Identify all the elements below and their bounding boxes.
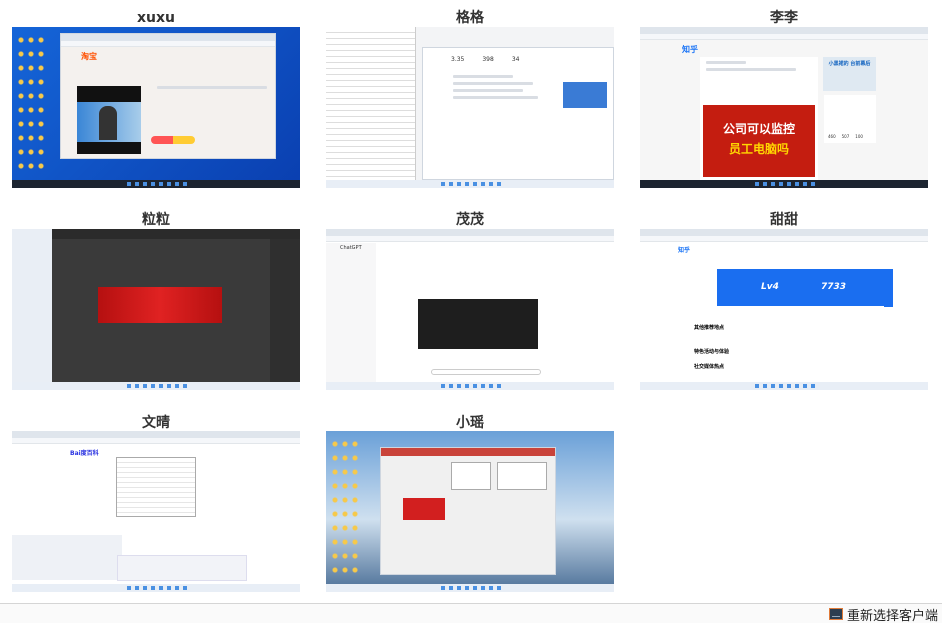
client-screen-lili[interactable]: 知乎 公司可以监控 员工电脑吗 小黑裙的 台前幕后 460 507 100 (640, 27, 928, 188)
client-screen-lili2[interactable] (12, 229, 300, 390)
chat-window (12, 229, 52, 382)
count: 100 (855, 134, 863, 139)
zhihu-logo: 知乎 (678, 247, 691, 254)
chat-input[interactable] (431, 369, 541, 375)
client-screen-xuxu[interactable]: 淘宝 (12, 27, 300, 188)
article-banner: 公司可以监控 员工电脑吗 (703, 105, 815, 177)
stat-value: 3.35 (451, 56, 465, 63)
browser-window: 淘宝 (60, 33, 276, 159)
client-name: 粒粒 (142, 212, 170, 228)
client-name: 文晴 (142, 415, 170, 431)
monitor-icon (828, 608, 843, 620)
client-screen-wenqing[interactable]: Bai度百科 (12, 431, 300, 592)
client-name: 李李 (770, 10, 798, 26)
red-banner-canvas (98, 287, 222, 323)
client-screen-gege[interactable]: 3.35 398 34 (326, 27, 614, 188)
code-block (418, 299, 538, 349)
baike-logo: Bai度百科 (70, 450, 99, 457)
taobao-logo: 淘宝 (81, 52, 97, 61)
spreadsheet-window (326, 27, 416, 180)
app-title: ChatGPT (340, 245, 362, 251)
desktop-icons (16, 33, 44, 176)
client-screen-xiaoyao[interactable] (326, 431, 614, 592)
client-screen-maomao[interactable]: ChatGPT (326, 229, 614, 390)
client-name: 小瑶 (456, 415, 484, 431)
stat-value: 398 (482, 56, 494, 63)
zhihu-logo: 知乎 (682, 45, 698, 54)
count: 507 (841, 134, 850, 139)
client-screen-tiantian[interactable]: 知乎 Lv4 7733 其他推荐地点 特色活动与体验 社交媒体热点 (640, 229, 928, 390)
client-name: xuxu (137, 10, 175, 26)
bottom-bar: 重新选择客户端 (0, 603, 942, 624)
stat-value: 34 (511, 56, 520, 63)
dropdown-list (116, 457, 196, 517)
mind-map: 其他推荐地点 特色活动与体验 社交媒体热点 (644, 306, 884, 378)
level-card: Lv4 7733 (717, 269, 893, 307)
client-name: 格格 (456, 10, 484, 26)
client-name: 茂茂 (456, 212, 484, 228)
reselect-client-label: 重新选择客户端 (846, 608, 938, 624)
ad-banner: 小黑裙的 台前幕后 (823, 57, 876, 91)
count: 460 (828, 134, 836, 139)
desktop-icons (330, 437, 358, 580)
chat-panel (117, 555, 247, 581)
reselect-client-button[interactable]: 重新选择客户端 (828, 606, 938, 624)
task-view (380, 447, 556, 575)
client-name: 甜甜 (770, 212, 798, 228)
video-player[interactable] (77, 86, 141, 154)
